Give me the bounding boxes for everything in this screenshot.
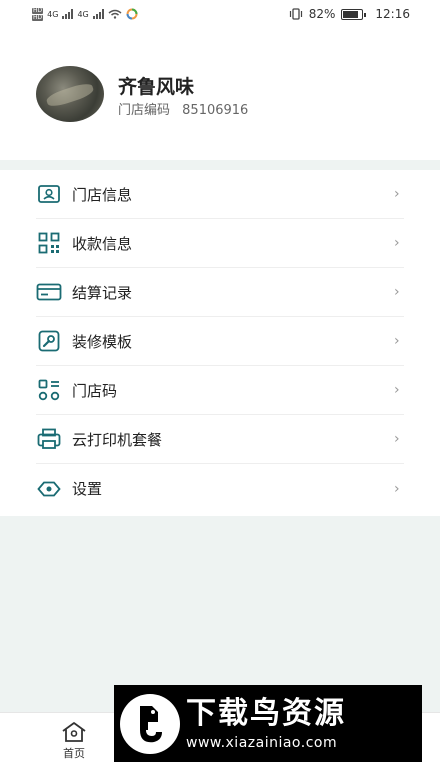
menu-item-label: 装修模板 bbox=[72, 332, 133, 351]
store-code: 门店编码 85106916 bbox=[118, 99, 248, 118]
menu-item-label: 设置 bbox=[72, 480, 103, 498]
vibrate-icon bbox=[289, 8, 302, 20]
network1-label: 4G bbox=[47, 9, 59, 19]
settings-menu: 门店信息 › 收款信息 › 结算记录 › 装修模板 › 门店码 › 云打印机套餐… bbox=[0, 170, 440, 516]
watermark-title: 下载鸟资源 bbox=[186, 695, 346, 731]
sim1-badge: HD bbox=[32, 6, 44, 14]
menu-item-store-info[interactable]: 门店信息 › bbox=[36, 170, 404, 219]
chevron-right-icon: › bbox=[394, 382, 400, 398]
store-code-value: 85106916 bbox=[182, 103, 249, 118]
chevron-right-icon: › bbox=[394, 333, 400, 349]
app-notification-icon bbox=[126, 8, 138, 20]
sim-indicators: HD HD bbox=[32, 6, 44, 21]
watermark-url: www.xiazainiao.com bbox=[186, 734, 338, 751]
store-user-icon bbox=[36, 181, 62, 207]
home-icon bbox=[62, 722, 86, 742]
sim2-badge: HD bbox=[32, 13, 44, 21]
menu-item-settlement-records[interactable]: 结算记录 › bbox=[36, 268, 404, 317]
status-bar: HD HD 4G 4G 82% 12:16 bbox=[0, 0, 440, 28]
menu-item-label: 结算记录 bbox=[72, 283, 133, 302]
menu-item-label: 门店信息 bbox=[72, 185, 133, 204]
menu-item-store-code[interactable]: 门店码 › bbox=[36, 366, 404, 415]
chevron-right-icon: › bbox=[394, 235, 400, 251]
menu-item-label: 云打印机套餐 bbox=[72, 430, 163, 449]
store-code-label: 门店编码 bbox=[118, 103, 171, 118]
wrench-icon bbox=[36, 328, 62, 354]
settings-eye-icon bbox=[36, 476, 62, 502]
store-code-icon bbox=[36, 377, 62, 403]
menu-item-cloud-printer-plan[interactable]: 云打印机套餐 › bbox=[36, 415, 404, 464]
network2-label: 4G bbox=[77, 9, 89, 19]
battery-icon bbox=[341, 8, 367, 20]
menu-item-payment-info[interactable]: 收款信息 › bbox=[36, 219, 404, 268]
watermark-banner: 下载鸟资源 www.xiazainiao.com bbox=[114, 685, 422, 762]
status-bar-left: HD HD 4G 4G bbox=[32, 6, 138, 21]
signal2-icon bbox=[92, 9, 104, 19]
profile-header: 齐鲁风味 门店编码 85106916 bbox=[0, 28, 440, 160]
battery-percent: 82% bbox=[308, 7, 336, 21]
watermark-text: 下载鸟资源 www.xiazainiao.com bbox=[186, 695, 346, 751]
tab-home-label: 首页 bbox=[63, 747, 85, 760]
chevron-right-icon: › bbox=[394, 431, 400, 447]
menu-item-settings[interactable]: 设置 › bbox=[36, 464, 404, 513]
store-name: 齐鲁风味 bbox=[118, 76, 195, 98]
signal1-icon bbox=[62, 9, 74, 19]
printer-icon bbox=[36, 426, 62, 452]
chevron-right-icon: › bbox=[394, 284, 400, 300]
chevron-right-icon: › bbox=[394, 186, 400, 202]
menu-item-decoration-template[interactable]: 装修模板 › bbox=[36, 317, 404, 366]
menu-item-label: 门店码 bbox=[72, 381, 118, 400]
chevron-right-icon: › bbox=[394, 480, 400, 497]
bird-logo-icon bbox=[120, 693, 180, 754]
card-icon bbox=[36, 279, 62, 305]
status-bar-right: 82% 12:16 bbox=[289, 7, 410, 21]
store-avatar[interactable] bbox=[36, 66, 104, 122]
tab-home[interactable]: 首页 bbox=[44, 721, 104, 761]
menu-item-label: 收款信息 bbox=[72, 234, 133, 253]
clock: 12:16 bbox=[375, 7, 410, 21]
wifi-icon bbox=[108, 9, 122, 19]
qr-code-icon bbox=[36, 230, 62, 256]
